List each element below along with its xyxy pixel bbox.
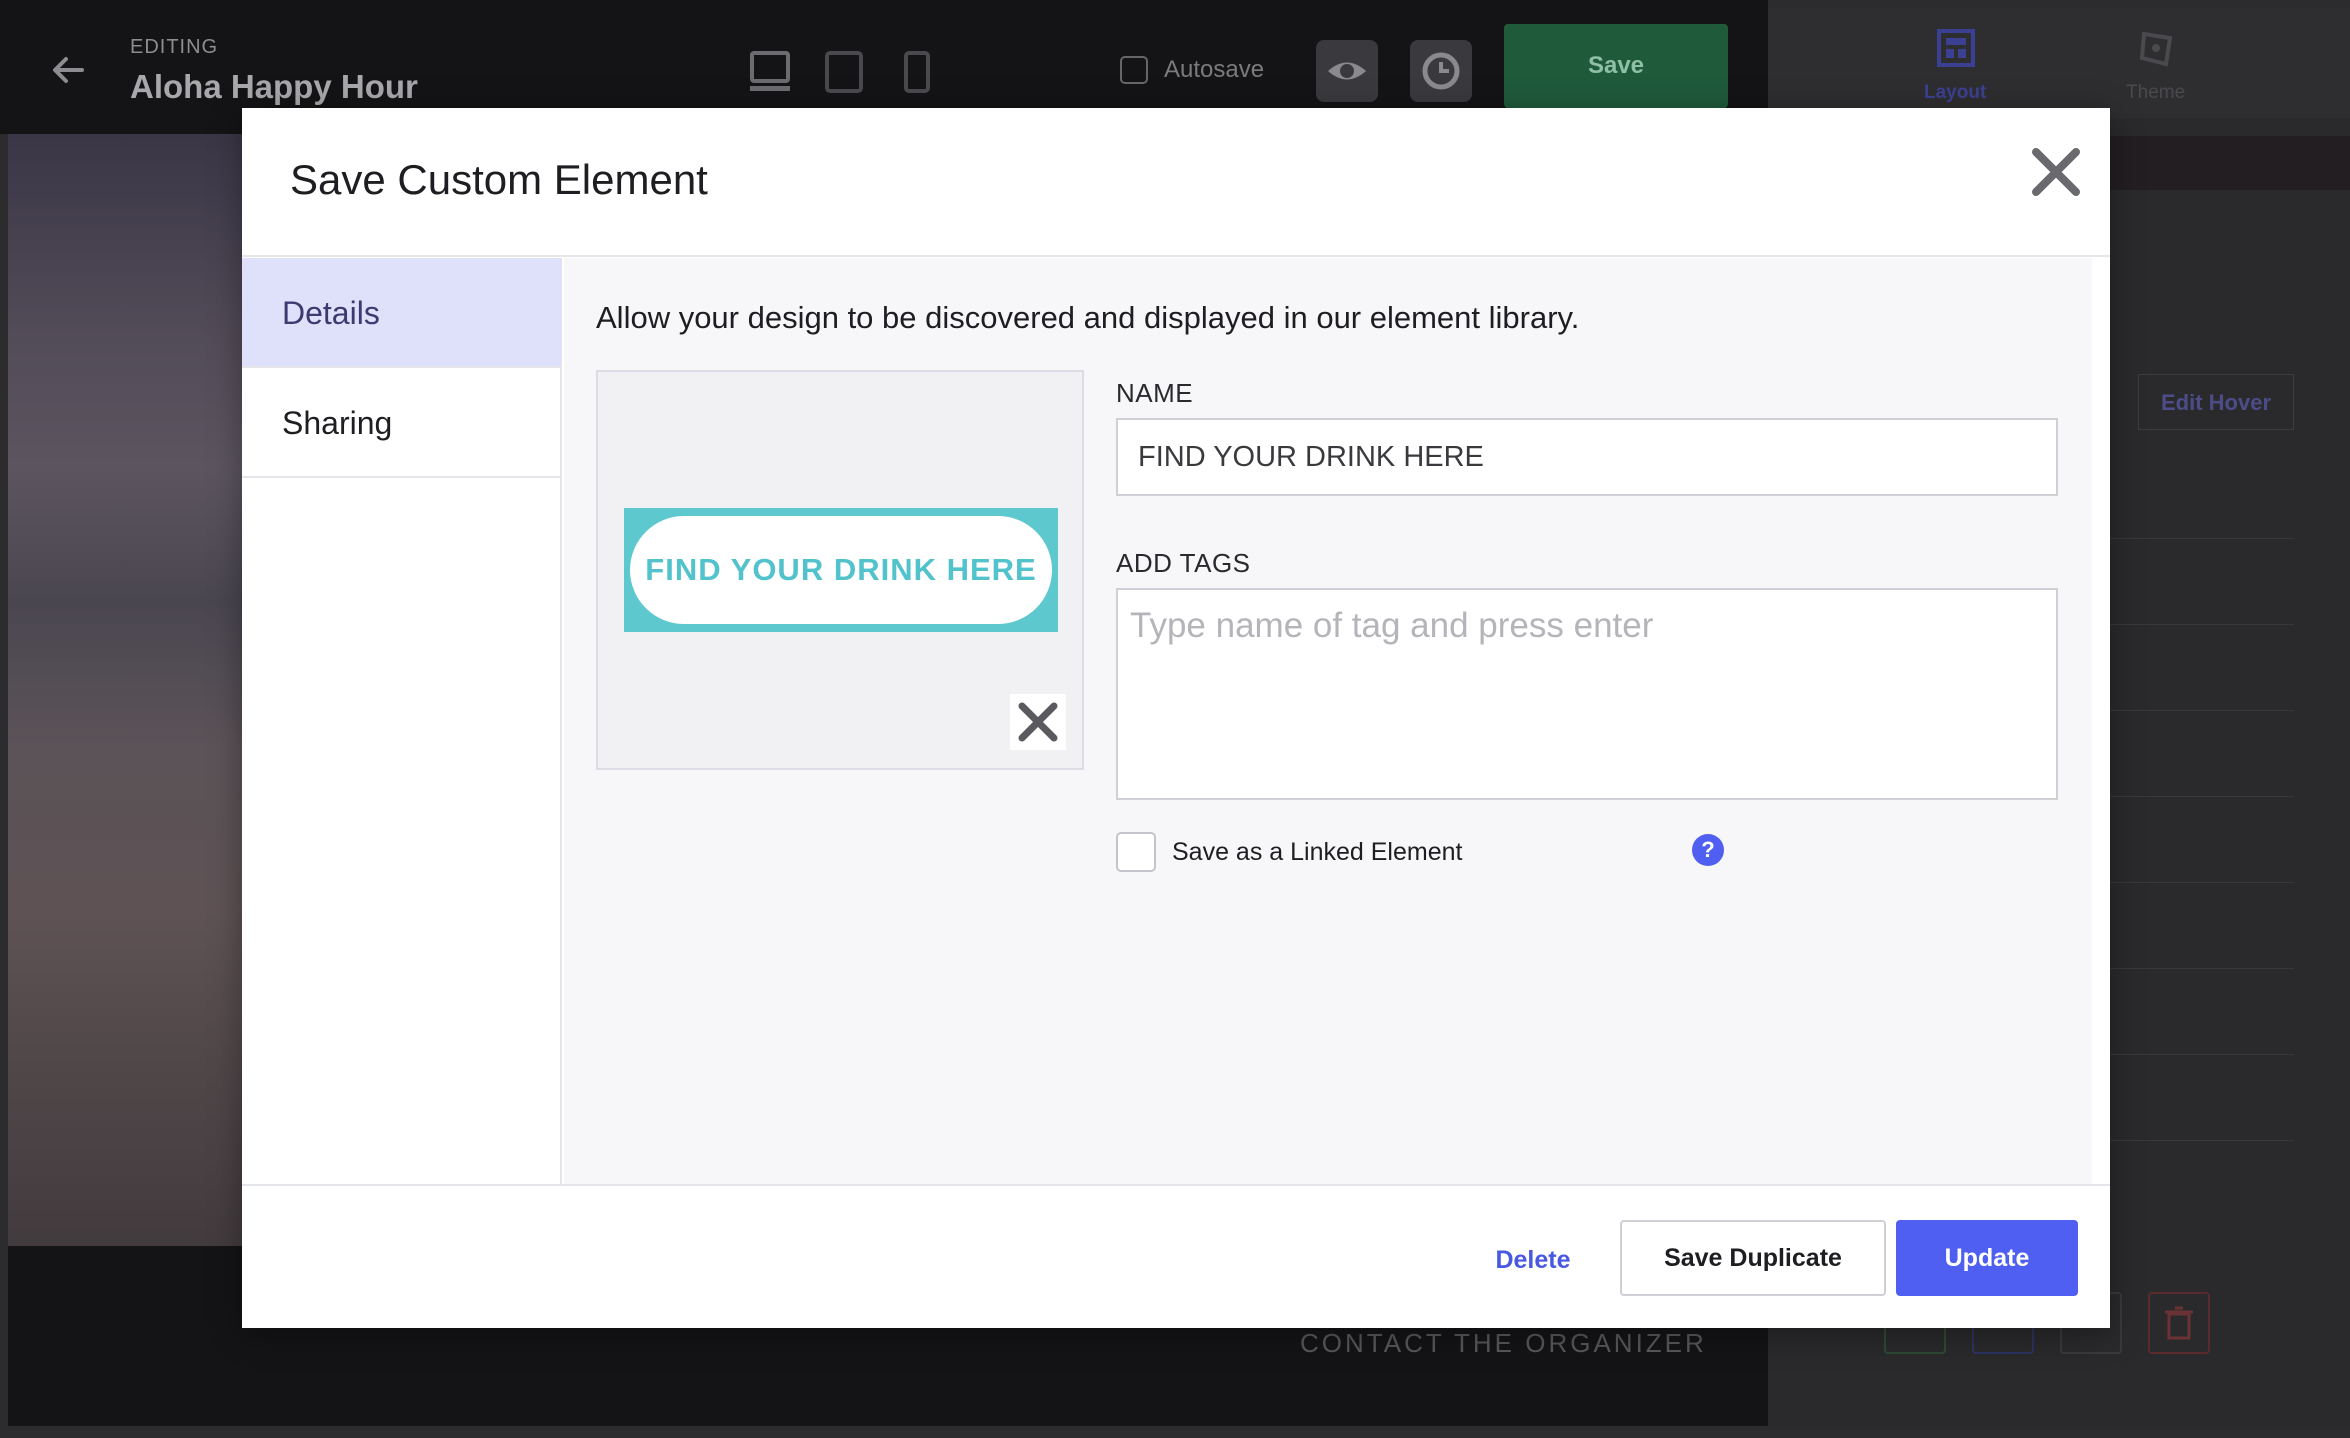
tablet-view-icon[interactable] — [824, 50, 864, 94]
history-icon — [1422, 52, 1460, 90]
editing-label: EDITING — [130, 36, 219, 58]
layout-icon[interactable] — [1936, 28, 1976, 68]
delete-button[interactable]: Delete — [1478, 1222, 1588, 1298]
theme-icon[interactable] — [2136, 28, 2176, 68]
preview-banner: FIND YOUR DRINK HERE — [624, 508, 1058, 632]
trash-icon — [2165, 1306, 2193, 1340]
autosave-label: Autosave — [1164, 56, 1265, 83]
contact-organizer-link[interactable]: CONTACT THE ORGANIZER — [1300, 1328, 1707, 1359]
tags-input[interactable] — [1116, 588, 2058, 800]
modal-sidebar: Details Sharing — [242, 258, 562, 1184]
preview-button-text: FIND YOUR DRINK HERE — [630, 516, 1052, 624]
history-button[interactable] — [1410, 40, 1472, 102]
sidebar-item-sharing[interactable]: Sharing — [242, 368, 562, 478]
help-icon[interactable]: ? — [1692, 834, 1724, 866]
intro-text: Allow your design to be discovered and d… — [596, 300, 1580, 335]
desktop-view-icon[interactable] — [748, 50, 792, 94]
save-custom-element-modal: Save Custom Element Details Sharing Allo… — [242, 108, 2110, 1328]
name-input[interactable] — [1116, 418, 2058, 496]
close-icon[interactable] — [2028, 144, 2084, 200]
modal-footer: Delete Save Duplicate Update — [242, 1184, 2110, 1328]
linked-element-checkbox[interactable] — [1116, 832, 1156, 872]
mobile-view-icon[interactable] — [902, 50, 932, 94]
linked-element-label: Save as a Linked Element — [1172, 838, 1463, 866]
site-title: Aloha Happy Hour — [130, 68, 418, 105]
remove-preview-icon[interactable] — [1010, 694, 1066, 750]
modal-header: Save Custom Element — [242, 108, 2110, 257]
tab-layout[interactable]: Layout — [1924, 82, 1986, 104]
update-button[interactable]: Update — [1896, 1220, 2078, 1296]
delete-element-button[interactable] — [2148, 1292, 2210, 1354]
editor-save-button[interactable]: Save — [1504, 24, 1728, 108]
save-duplicate-button[interactable]: Save Duplicate — [1620, 1220, 1886, 1296]
preview-button[interactable] — [1316, 40, 1378, 102]
panel-tabbar: Layout Theme — [1768, 8, 2350, 118]
tags-label: ADD TAGS — [1116, 548, 1251, 578]
edit-hover-button[interactable]: Edit Hover — [2138, 374, 2294, 430]
content-scrollbar[interactable] — [2092, 258, 2110, 1184]
back-arrow-icon[interactable] — [50, 52, 86, 88]
tab-theme[interactable]: Theme — [2126, 82, 2185, 104]
autosave-checkbox[interactable] — [1120, 56, 1148, 84]
name-label: NAME — [1116, 378, 1194, 408]
sidebar-item-details[interactable]: Details — [242, 258, 562, 368]
element-preview: FIND YOUR DRINK HERE — [596, 370, 1084, 770]
details-panel: Allow your design to be discovered and d… — [564, 258, 2092, 1184]
modal-title: Save Custom Element — [290, 156, 708, 203]
eye-icon — [1328, 62, 1366, 80]
